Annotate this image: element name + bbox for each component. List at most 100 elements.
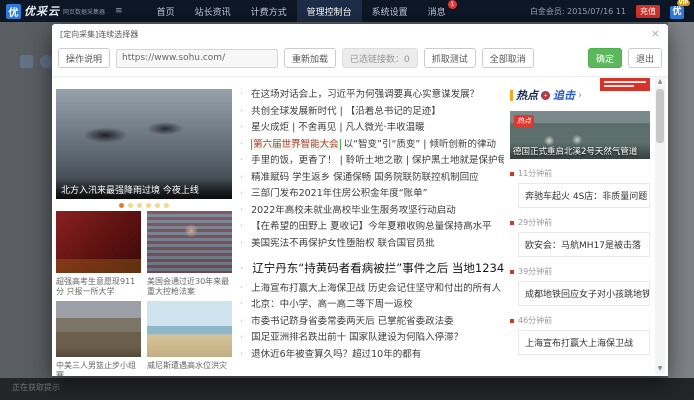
nav-item[interactable]: 计费方式 bbox=[241, 0, 297, 22]
hot-item-link[interactable]: 奔驰车起火 4S店：非质量问题 bbox=[518, 183, 650, 208]
recharge-button[interactable]: 充值 bbox=[636, 5, 660, 18]
background-icon bbox=[20, 55, 33, 68]
accent-bar bbox=[510, 90, 513, 101]
vip-badge: VIP bbox=[677, 0, 690, 6]
vip-logo-icon: 优 bbox=[670, 6, 684, 19]
hot-item-time: 29分钟前 bbox=[510, 217, 650, 228]
exit-button[interactable]: 退出 bbox=[628, 48, 662, 68]
hot-item-time: 39分钟前 bbox=[510, 266, 650, 277]
hot-item: 39分钟前 成都地铁回应女子对小孩跳地铁 bbox=[510, 266, 650, 306]
photo-caption[interactable]: 美国会通过近30年来最重大控枪法案 bbox=[147, 277, 232, 297]
headline-link[interactable]: 【在希望的田野上 夏收记】今年夏粮收购总量保持高水平 bbox=[240, 221, 504, 232]
hot-title-part2: 追击 bbox=[553, 87, 575, 103]
news-photo-red-book[interactable] bbox=[56, 211, 141, 273]
nav-item[interactable]: 消息 1 bbox=[418, 0, 456, 22]
carousel-dot[interactable] bbox=[119, 203, 124, 208]
headline-list: 在这场对话会上，习近平为何强调要真心实意谋发展？ 共创全球发展新时代 | 【沿着… bbox=[240, 89, 504, 360]
carousel-dots bbox=[56, 203, 232, 208]
headline-link[interactable]: 在这场对话会上，习近平为何强调要真心实意谋发展？ bbox=[240, 89, 504, 100]
hero-news-image[interactable]: 北方入汛来最强降雨过境 今夜上线 bbox=[56, 89, 232, 199]
news-photo-beach[interactable] bbox=[147, 301, 232, 357]
scrollbar-thumb[interactable] bbox=[656, 89, 664, 143]
news-photo-flood[interactable] bbox=[56, 301, 141, 357]
hero-caption: 北方入汛来最强降雨过境 今夜上线 bbox=[56, 179, 232, 199]
nav-item[interactable]: 首页 bbox=[147, 0, 185, 22]
photo-captions-row: 超强高考生意愿现911分 只报一所大学 美国会通过近30年来最重大控枪法案 bbox=[56, 277, 236, 297]
reload-button[interactable]: 重新加载 bbox=[284, 48, 336, 68]
hot-item-time: 46分钟前 bbox=[510, 315, 650, 326]
app-logo[interactable]: 优 优采云 网页数据采集器 bbox=[6, 3, 105, 19]
hot-news-panel: 热点 追击 › 热点 德国正式重启北溪2号天然气管道 11分钟前 奔驰车起火 4… bbox=[510, 87, 650, 355]
background-footer bbox=[0, 378, 694, 400]
hot-item-link[interactable]: 成都地铁回应女子对小孩跳地铁 bbox=[518, 281, 650, 306]
photo-caption[interactable]: 威尼斯遭遇高水位洪灾 bbox=[147, 361, 232, 376]
embedded-webpage: 北方入汛来最强降雨过境 今夜上线 超强高考生意愿现911分 只报一所大学 美国会… bbox=[52, 76, 668, 376]
carousel-dot[interactable] bbox=[128, 203, 133, 208]
confirm-button[interactable]: 确定 bbox=[588, 48, 622, 68]
headline-link[interactable]: 美国宪法不再保护女性堕胎权 联合国官员批 bbox=[240, 238, 504, 249]
hot-feature-caption: 德国正式重启北溪2号天然气管道 bbox=[513, 145, 647, 157]
nav-item[interactable]: 站长资讯 bbox=[185, 0, 241, 22]
headline-link[interactable]: 退休近6年被查算久吗？超过10年的都有 bbox=[240, 349, 504, 360]
logo-text: 优采云 bbox=[24, 3, 60, 19]
nav-item[interactable]: 系统设置 bbox=[362, 0, 418, 22]
photo-caption[interactable]: 中美三人男篮止步小组赛 bbox=[56, 361, 141, 376]
headline-link[interactable]: 三部门发布2021年住房公积金年度“账单” bbox=[240, 188, 504, 199]
scroll-down-icon[interactable]: ▼ bbox=[658, 364, 663, 374]
photo-caption[interactable]: 超强高考生意愿现911分 只报一所大学 bbox=[56, 277, 141, 297]
headline-link[interactable]: 市委书记跻身省委常委两天后 已掌舵省委政法委 bbox=[240, 316, 504, 327]
vip-logo[interactable]: 优 VIP bbox=[670, 3, 688, 19]
carousel-dot[interactable] bbox=[146, 203, 151, 208]
hot-item-time: 11分钟前 bbox=[510, 168, 650, 179]
headline-link[interactable]: 2022年高校未就业高校毕业生服务攻坚行动启动 bbox=[240, 205, 504, 216]
member-status: 白金会员: 2015/07/16 11 bbox=[530, 6, 626, 17]
background-status-text: 正在获取提示 bbox=[12, 382, 60, 393]
logo-icon: 优 bbox=[6, 4, 21, 19]
grab-test-button[interactable]: 抓取测试 bbox=[424, 48, 476, 68]
hot-feature-image[interactable]: 热点 德国正式重启北溪2号天然气管道 bbox=[510, 111, 650, 159]
carousel-dot[interactable] bbox=[164, 203, 169, 208]
dialog-title: [定向采集]连续选择器 bbox=[60, 29, 138, 40]
hot-item: 11分钟前 奔驰车起火 4S店：非质量问题 bbox=[510, 168, 650, 208]
headline-link[interactable]: 北京：中小学、高一高二等下周一返校 bbox=[240, 299, 504, 310]
headline-link[interactable]: 手里的饭，更香了！ | 聆听土地之歌 | 保护黑土地就是保护每个… bbox=[240, 155, 504, 166]
photo-captions-row: 中美三人男篮止步小组赛 威尼斯遭遇高水位洪灾 bbox=[56, 361, 236, 376]
dialog-toolbar: 操作说明 重新加载 已选链接数：0 抓取测试 全部取消 确定 退出 bbox=[58, 46, 662, 70]
hot-item-link[interactable]: 欧安会：马航MH17是被击落 bbox=[518, 232, 650, 257]
close-icon[interactable]: × bbox=[651, 27, 660, 40]
scroll-up-icon[interactable]: ▲ bbox=[658, 77, 663, 87]
page-scrollbar[interactable]: ▲ ▼ bbox=[655, 77, 665, 374]
top-navigation-bar: 优 优采云 网页数据采集器 ≡ 首页 站长资讯 计费方式 bbox=[0, 0, 694, 22]
headline-link[interactable]: 第六届世界智能大会 以“智变”引“质变” | 倾听创新的律动 bbox=[240, 139, 504, 150]
url-input[interactable] bbox=[116, 49, 278, 68]
selected-link-highlight[interactable]: 第六届世界智能大会 bbox=[251, 139, 341, 150]
background-panel bbox=[668, 22, 694, 400]
link-selector-dialog: [定向采集]连续选择器 × 操作说明 重新加载 已选链接数：0 抓取测试 全部取… bbox=[52, 24, 668, 376]
headline-link[interactable]: 精准赋码 学生返乡 保通保畅 国务院联防联控机制回应 bbox=[240, 172, 504, 183]
headline-link[interactable]: 星火成炬 | 不舍再见 | 凡人微光·丰收温暖 bbox=[240, 122, 504, 133]
hot-item: 46分钟前 上海宣布打赢大上海保卫战 bbox=[510, 315, 650, 355]
menu-icon: ≡ bbox=[115, 6, 123, 16]
hot-panel-header[interactable]: 热点 追击 › bbox=[510, 87, 650, 103]
selected-links-count: 已选链接数：0 bbox=[342, 48, 418, 68]
cancel-all-button[interactable]: 全部取消 bbox=[482, 48, 534, 68]
hot-item-list: 11分钟前 奔驰车起火 4S店：非质量问题 29分钟前 欧安会：马航MH17是被… bbox=[510, 168, 650, 355]
headline-link[interactable]: 上海宣布打赢大上海保卫战 历史会记住坚守和付出的所有人 bbox=[240, 283, 504, 294]
headline-link[interactable]: 共创全球发展新时代 | 【沿着总书记的足迹】 bbox=[240, 106, 504, 117]
hot-badge: 热点 bbox=[514, 115, 534, 127]
hot-title-part1: 热点 bbox=[516, 87, 538, 103]
carousel-dot[interactable] bbox=[155, 203, 160, 208]
target-icon bbox=[541, 91, 550, 100]
news-photo-biden[interactable] bbox=[147, 211, 232, 273]
logo-tagline: 网页数据采集器 bbox=[63, 7, 105, 16]
help-button[interactable]: 操作说明 bbox=[58, 48, 110, 68]
carousel-dot[interactable] bbox=[137, 203, 142, 208]
main-nav: 首页 站长资讯 计费方式 管理控制台 bbox=[147, 0, 456, 22]
nav-item[interactable]: 管理控制台 bbox=[297, 0, 362, 22]
hot-item-link[interactable]: 上海宣布打赢大上海保卫战 bbox=[518, 330, 650, 355]
headline-link[interactable]: 辽宁丹东“持黄码者看病被拦”事件之后 当地12345回应 bbox=[240, 261, 504, 275]
screen: 优 优采云 网页数据采集器 ≡ 首页 站长资讯 计费方式 bbox=[0, 0, 694, 400]
headline-link[interactable]: 国足亚洲排名跌出前十 国家队建设为何陷入停滞？ bbox=[240, 332, 504, 343]
notification-badge: 1 bbox=[448, 0, 457, 9]
hot-item: 29分钟前 欧安会：马航MH17是被击落 bbox=[510, 217, 650, 257]
